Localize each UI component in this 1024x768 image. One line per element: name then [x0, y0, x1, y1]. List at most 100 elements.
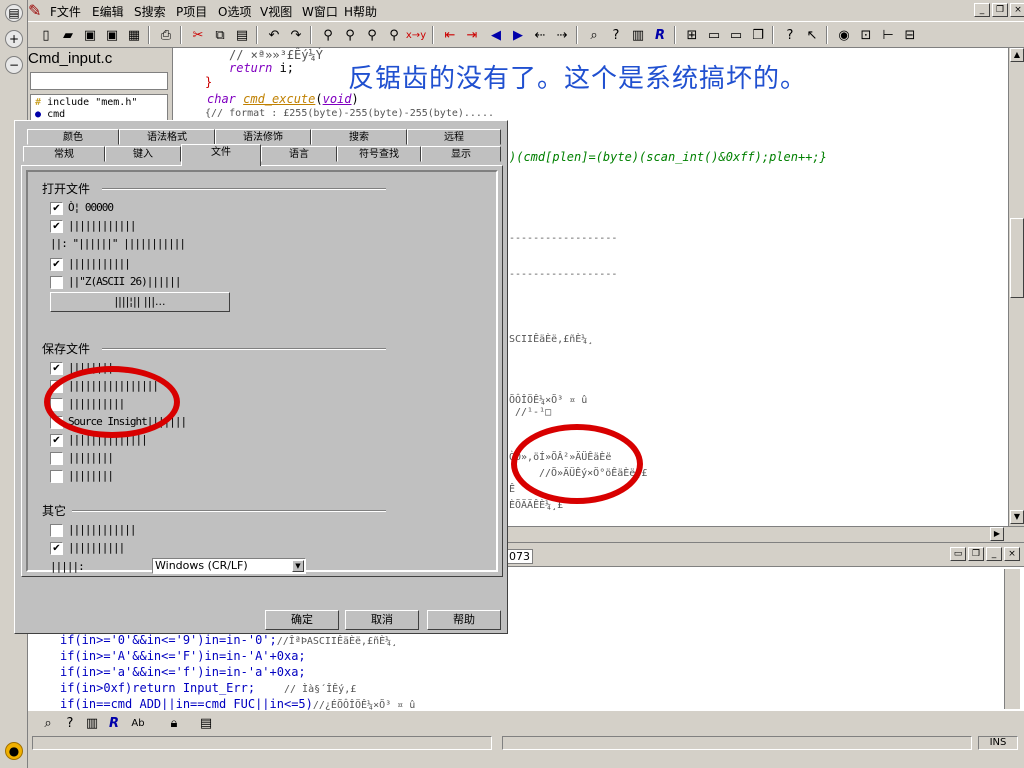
line-ending-select[interactable]: Windows (CR/LF) ▼	[152, 558, 306, 574]
symbol-filter-input[interactable]	[30, 72, 168, 90]
tab-syntax-format[interactable]: 语法格式	[119, 129, 215, 145]
panel-icon[interactable]: ▭	[704, 25, 724, 45]
open-options-button[interactable]: ||||¦|| |||...	[50, 292, 230, 312]
tab-language[interactable]: 语言	[261, 146, 337, 162]
menu-view[interactable]: V视图	[260, 3, 292, 20]
chevron-down-icon[interactable]: ▼	[292, 560, 304, 572]
context-restore-button[interactable]: ❐	[968, 547, 984, 561]
tab-colors[interactable]: 颜色	[27, 129, 119, 145]
save-as-icon[interactable]: ▣	[102, 25, 122, 45]
redo-icon[interactable]: ↷	[286, 25, 306, 45]
eye-icon[interactable]: ◉	[834, 25, 854, 45]
scroll-down-icon[interactable]: ▼	[1010, 510, 1024, 524]
context-help-icon[interactable]: ?	[780, 25, 800, 45]
cut-icon[interactable]: ✂	[188, 25, 208, 45]
reference-icon[interactable]: ▥	[82, 713, 102, 733]
replace-icon[interactable]: x→y	[406, 25, 426, 45]
tab-general[interactable]: 常规	[23, 146, 105, 162]
relation-icon[interactable]: R	[104, 713, 124, 733]
scroll-thumb[interactable]	[1010, 218, 1024, 298]
open-option-checkbox-5[interactable]	[50, 276, 63, 289]
save-option-checkbox-6[interactable]	[50, 452, 63, 465]
open-option-checkbox-2[interactable]: ✔	[50, 220, 63, 233]
save-option-checkbox-7[interactable]	[50, 470, 63, 483]
tab-symbol-lookup[interactable]: 符号查找	[337, 146, 421, 162]
tree-icon[interactable]: ⊢	[878, 25, 898, 45]
scroll-right-icon[interactable]: ▶	[990, 527, 1004, 541]
menu-help[interactable]: H帮助	[344, 3, 377, 20]
close-button[interactable]: ×	[1010, 3, 1024, 17]
cascade-icon[interactable]: ❐	[748, 25, 768, 45]
forward-arrow-icon[interactable]: ▶	[508, 25, 528, 45]
print-icon[interactable]: ⎙	[156, 25, 176, 45]
open-option-checkbox-1[interactable]: ✔	[50, 202, 63, 215]
scroll-up-icon[interactable]: ▲	[1010, 48, 1024, 62]
undo-icon[interactable]: ↶	[264, 25, 284, 45]
context-split-button[interactable]: ▭	[950, 547, 966, 561]
list-item[interactable]: # include "mem.h"	[35, 97, 137, 108]
save-all-icon[interactable]: ▦	[124, 25, 144, 45]
minimize-button[interactable]: _	[974, 3, 990, 17]
browser-icon[interactable]: ⊟	[900, 25, 920, 45]
new-file-icon[interactable]: ▯	[36, 25, 56, 45]
reference-icon[interactable]: ▥	[628, 25, 648, 45]
list-item[interactable]: ● cmd	[35, 109, 65, 120]
other-option-checkbox-2[interactable]: ✔	[50, 542, 63, 555]
tab-display[interactable]: 显示	[421, 146, 501, 162]
menu-file[interactable]: F文件	[50, 3, 81, 20]
start-orb-icon[interactable]: ●	[5, 742, 23, 760]
editor-vertical-scrollbar[interactable]: ▲ ▼	[1008, 48, 1024, 526]
context-vertical-scrollbar[interactable]	[1004, 569, 1020, 709]
save-option-checkbox-1[interactable]: ✔	[50, 362, 63, 375]
menu-project[interactable]: P项目	[176, 3, 207, 20]
paste-icon[interactable]: ▤	[232, 25, 252, 45]
menu-window[interactable]: W窗口	[302, 3, 338, 20]
find-prev-icon[interactable]: ⚲	[340, 25, 360, 45]
book-icon[interactable]: ▤	[5, 4, 23, 22]
help-button[interactable]: 帮助	[427, 610, 501, 630]
tile-icon[interactable]: ⊞	[682, 25, 702, 45]
layout-icon[interactable]: ⊡	[856, 25, 876, 45]
split-icon[interactable]: ▭	[726, 25, 746, 45]
plus-icon[interactable]: +	[5, 30, 23, 48]
abbreviation-icon[interactable]: Ab	[128, 713, 148, 733]
find-icon[interactable]: ⚲	[318, 25, 338, 45]
symbol-info-icon[interactable]: ?	[606, 25, 626, 45]
properties-icon[interactable]: ▤	[196, 713, 216, 733]
menu-search[interactable]: S搜索	[134, 3, 166, 20]
relation-icon[interactable]: R	[650, 25, 670, 45]
find-files-icon[interactable]: ⚲	[384, 25, 404, 45]
pointer-help-icon[interactable]: ↖	[802, 25, 822, 45]
copy-icon[interactable]: ⧉	[210, 25, 230, 45]
bookmark-next-icon[interactable]: ⇥	[462, 25, 482, 45]
tab-syntax-decoration[interactable]: 语法修饰	[215, 129, 311, 145]
symbol-info-icon[interactable]: ?	[60, 713, 80, 733]
tab-remote[interactable]: 远程	[407, 129, 501, 145]
back-arrow-icon[interactable]: ◀	[486, 25, 506, 45]
minus-icon[interactable]: −	[5, 56, 23, 74]
tab-typing[interactable]: 键入	[105, 146, 181, 162]
open-folder-icon[interactable]: ▰	[58, 25, 78, 45]
restore-button[interactable]: ❐	[992, 3, 1008, 17]
tab-files[interactable]: 文件	[181, 144, 261, 166]
other-option-checkbox-1[interactable]	[50, 524, 63, 537]
jump-forward-icon[interactable]: ⇢	[552, 25, 572, 45]
context-minimize-button[interactable]: _	[986, 547, 1002, 561]
cancel-button[interactable]: 取消	[345, 610, 419, 630]
menu-edit[interactable]: E编辑	[92, 3, 124, 20]
tab-search[interactable]: 搜索	[311, 129, 407, 145]
bookmark-prev-icon[interactable]: ⇤	[440, 25, 460, 45]
context-tab-label[interactable]: 073	[506, 549, 533, 564]
open-option-checkbox-4[interactable]: ✔	[50, 258, 63, 271]
find-next-icon[interactable]: ⚲	[362, 25, 382, 45]
menu-options[interactable]: O选项	[218, 3, 251, 20]
window-controls: _ ❐ ×	[974, 3, 1024, 17]
lookup-icon[interactable]: ⌕	[38, 713, 58, 733]
ok-button[interactable]: 确定	[265, 610, 339, 630]
context-close-button[interactable]: ×	[1004, 547, 1020, 561]
lock-icon[interactable]: 🔒︎	[164, 713, 184, 733]
lookup-icon[interactable]: ⌕	[584, 25, 604, 45]
jump-back-icon[interactable]: ⇠	[530, 25, 550, 45]
save-icon[interactable]: ▣	[80, 25, 100, 45]
save-option-checkbox-5[interactable]: ✔	[50, 434, 63, 447]
